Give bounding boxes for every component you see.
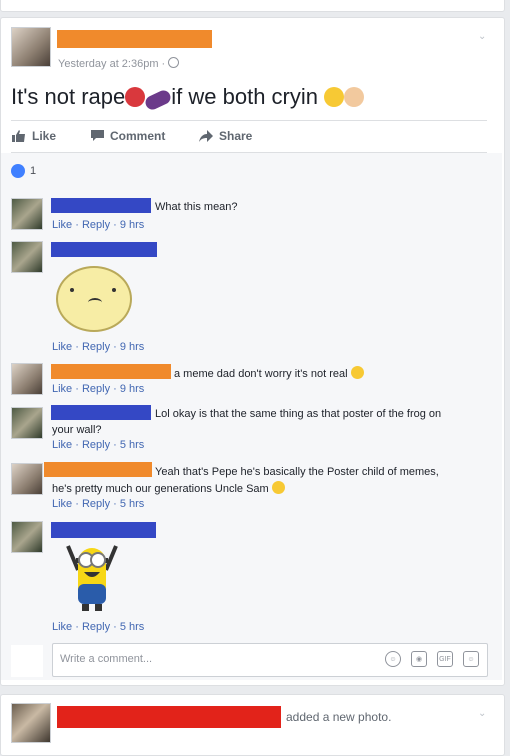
laughing-emoji-icon — [324, 87, 345, 107]
sticker-confused-face — [56, 266, 132, 332]
comment-5-text: Yeah that's Pepe he's basically the Post… — [155, 466, 439, 478]
commenter-avatar[interactable] — [11, 463, 43, 495]
comment-1-text: What this mean? — [155, 201, 238, 213]
reaction-count[interactable]: 1 — [30, 165, 36, 177]
minion-sticker — [66, 545, 118, 611]
camera-icon[interactable]: ◉ — [411, 651, 427, 667]
sticker-mouth-icon — [88, 298, 102, 307]
commenter-avatar[interactable] — [11, 407, 43, 439]
post-text: It's not rape if we both cryin — [11, 84, 365, 112]
commenter-name-redacted[interactable] — [51, 364, 171, 379]
commenter-name-redacted[interactable] — [51, 522, 156, 538]
next-post-author-redacted[interactable] — [57, 706, 281, 728]
like-button[interactable]: Like — [12, 129, 56, 143]
globe-icon — [168, 57, 180, 68]
actions-divider-bottom — [11, 152, 487, 153]
sticker-icon[interactable]: ☺ — [463, 651, 479, 667]
next-post-avatar[interactable] — [11, 703, 51, 743]
like-label: Like — [32, 129, 57, 143]
reaction-summary[interactable]: 1 — [11, 164, 36, 178]
commenter-avatar[interactable] — [11, 363, 43, 395]
minion-goggle-right — [90, 552, 106, 568]
comment-1-actions[interactable]: Like · Reply · 9 hrs — [52, 219, 144, 231]
comment-3-actions[interactable]: Like · Reply · 9 hrs — [52, 383, 144, 395]
grinning-emoji-icon — [350, 366, 364, 379]
emoji-picker-icon[interactable]: ☺ — [385, 651, 401, 667]
eggplant-emoji-icon — [143, 88, 174, 112]
next-post-options-chevron-icon[interactable]: ⌄ — [478, 708, 486, 719]
share-label: Share — [219, 129, 253, 143]
actions-divider-top — [11, 120, 487, 121]
commenter-avatar[interactable] — [11, 521, 43, 553]
share-arrow-icon — [199, 130, 213, 142]
next-post-text: added a new photo. — [286, 710, 392, 724]
comment-4-text-line-2: your wall? — [52, 424, 102, 436]
comment-4-actions[interactable]: Like · Reply · 5 hrs — [52, 439, 144, 451]
timestamp-text[interactable]: Yesterday at 2:36pm · — [58, 58, 165, 70]
sticker-eye-icon — [112, 288, 116, 292]
devil-emoji-icon — [125, 87, 146, 107]
comment-2-actions[interactable]: Like · Reply · 9 hrs — [52, 341, 144, 353]
comment-5-text-body: he's pretty much our generations Uncle S… — [52, 483, 269, 495]
comment-placeholder: Write a comment... — [60, 653, 153, 665]
composer-icons: ☺ ◉ GIF ☺ — [385, 651, 479, 667]
minion-foot-left — [82, 604, 89, 611]
thumbs-up-icon — [12, 130, 25, 142]
post-timestamp[interactable]: Yesterday at 2:36pm · — [58, 57, 180, 70]
post-text-part-2: if we both cryin — [171, 84, 318, 109]
comment-4-text: Lol okay is that the same thing as that … — [155, 408, 442, 420]
share-button[interactable]: Share — [199, 129, 252, 143]
smiling-emoji-icon — [271, 481, 285, 494]
ok-hand-emoji-icon — [344, 87, 365, 107]
previous-post-card — [0, 0, 505, 12]
comment-composer[interactable]: Write a comment... ☺ ◉ GIF ☺ — [52, 643, 488, 677]
post-options-chevron-icon[interactable]: ⌄ — [478, 31, 486, 42]
sticker-eye-icon — [70, 288, 74, 292]
comment-icon — [91, 130, 104, 141]
commenter-avatar[interactable] — [11, 198, 43, 230]
minion-overalls — [78, 584, 106, 604]
comment-3-text: a meme dad don't worry it's not real — [174, 366, 364, 381]
gif-icon[interactable]: GIF — [437, 651, 453, 667]
comment-3-text-body: a meme dad don't worry it's not real — [174, 368, 348, 380]
comment-button[interactable]: Comment — [91, 129, 165, 143]
comment-6-actions[interactable]: Like · Reply · 5 hrs — [52, 621, 144, 633]
commenter-name-redacted[interactable] — [44, 462, 152, 477]
commenter-name-redacted[interactable] — [51, 242, 157, 257]
comment-5-text-line-2: he's pretty much our generations Uncle S… — [52, 481, 285, 496]
comment-label: Comment — [110, 129, 166, 143]
author-avatar[interactable] — [11, 27, 51, 67]
commenter-name-redacted[interactable] — [51, 405, 151, 420]
commenter-avatar[interactable] — [11, 241, 43, 273]
like-reaction-icon — [11, 164, 25, 178]
comment-5-actions[interactable]: Like · Reply · 5 hrs — [52, 498, 144, 510]
composer-avatar — [11, 645, 43, 677]
post-text-part-1: It's not rape — [11, 84, 126, 109]
commenter-name-redacted[interactable] — [51, 198, 151, 213]
author-name-redacted[interactable] — [57, 30, 212, 48]
minion-foot-right — [95, 604, 102, 611]
